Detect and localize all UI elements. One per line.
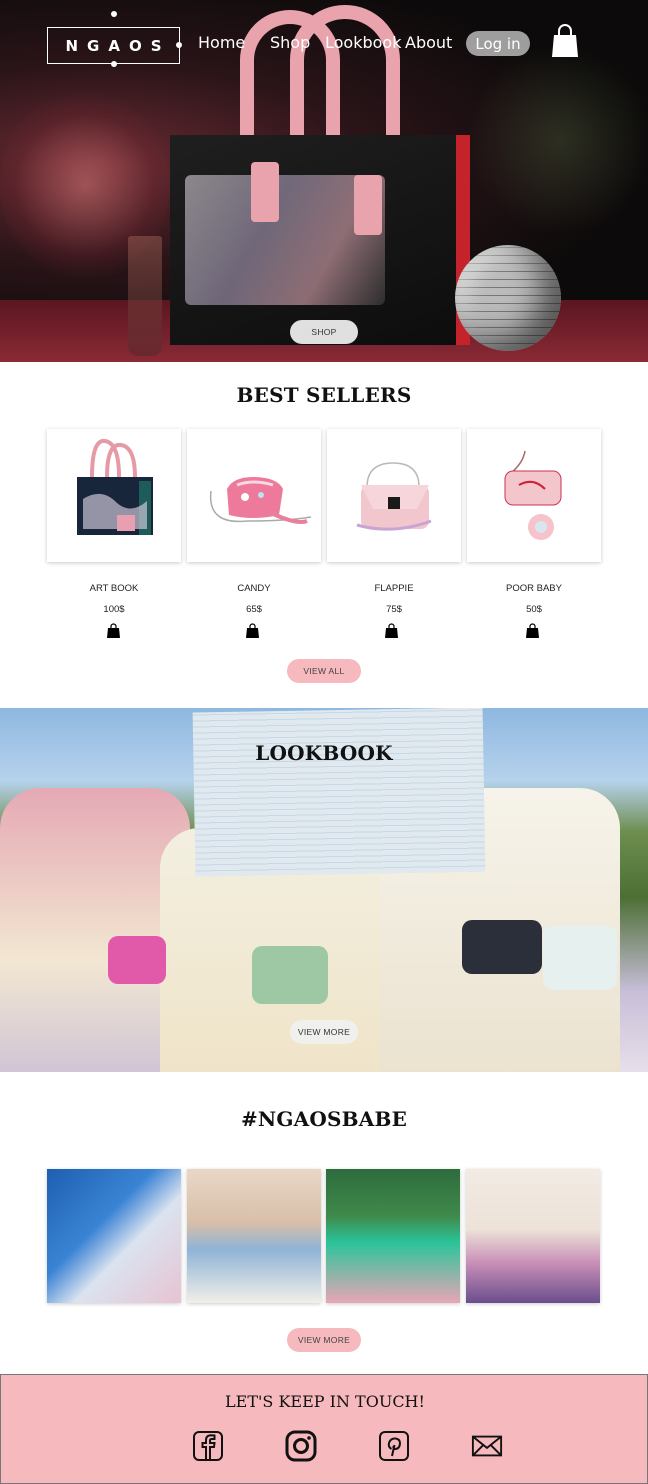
nav-about[interactable]: About xyxy=(405,33,452,52)
mail-icon[interactable] xyxy=(471,1430,503,1462)
login-button[interactable]: Log in xyxy=(466,31,530,56)
flappie-bag-image xyxy=(356,462,432,531)
art-book-bag-image xyxy=(77,438,153,535)
hashtag-view-more-button[interactable]: VIEW MORE xyxy=(287,1328,361,1352)
product-price: 75$ xyxy=(386,604,402,615)
footer-title: LET'S KEEP IN TOUCH! xyxy=(225,1392,425,1411)
lookbook-title: LOOKBOOK xyxy=(255,741,393,765)
product-name[interactable]: CANDY xyxy=(187,583,321,594)
hashtag-title: #NGAOSBABE xyxy=(240,1107,408,1131)
add-to-cart-icon[interactable] xyxy=(526,623,539,638)
shopping-bag-icon[interactable] xyxy=(551,24,579,58)
nav-shop[interactable]: Shop xyxy=(270,33,310,52)
logo-dot xyxy=(111,11,117,17)
instagram-icon[interactable] xyxy=(285,1430,317,1462)
product-name[interactable]: FLAPPIE xyxy=(327,583,461,594)
logo-dot xyxy=(111,61,117,67)
add-to-cart-icon[interactable] xyxy=(246,623,259,638)
product-price: 65$ xyxy=(246,604,262,615)
logo-dot xyxy=(176,42,182,48)
footer: LET'S KEEP IN TOUCH! xyxy=(0,1374,648,1484)
shop-button[interactable]: SHOP xyxy=(290,320,358,344)
add-to-cart-icon[interactable] xyxy=(385,623,398,638)
newspaper xyxy=(192,708,486,877)
black-bag xyxy=(462,920,542,974)
hero-banner: NGAOS Home Shop Lookbook About Log in SH… xyxy=(0,0,648,362)
bokeh-lights xyxy=(470,40,648,240)
best-sellers-title: BEST SELLERS xyxy=(236,383,412,407)
gallery-photo[interactable] xyxy=(187,1169,321,1303)
add-to-cart-icon[interactable] xyxy=(107,623,120,638)
bag-strap-tab xyxy=(251,162,279,222)
product-image-candy[interactable] xyxy=(187,429,321,562)
gallery-photo[interactable] xyxy=(466,1169,600,1303)
disco-ball xyxy=(455,245,561,351)
product-image-flappie[interactable] xyxy=(327,429,461,562)
facebook-icon[interactable] xyxy=(192,1430,224,1462)
logo[interactable]: NGAOS xyxy=(47,27,180,64)
product-image-art-book[interactable] xyxy=(47,429,181,562)
poor-baby-bag-image xyxy=(504,450,562,540)
gallery-photo[interactable] xyxy=(326,1169,460,1303)
nav-home[interactable]: Home xyxy=(198,33,245,52)
product-price: 50$ xyxy=(526,604,542,615)
nav-lookbook[interactable]: Lookbook xyxy=(325,33,401,52)
candy-bag-image xyxy=(209,477,312,524)
champagne-glass xyxy=(128,236,162,356)
white-bag xyxy=(543,926,617,990)
pinterest-icon[interactable] xyxy=(378,1430,410,1462)
bag-handle xyxy=(290,5,400,155)
product-image-poor-baby[interactable] xyxy=(467,429,601,562)
view-all-button[interactable]: VIEW ALL xyxy=(287,659,361,683)
pink-bag xyxy=(108,936,166,984)
product-name[interactable]: ART BOOK xyxy=(47,583,181,594)
product-name[interactable]: POOR BABY xyxy=(467,583,601,594)
green-bag xyxy=(252,946,328,1004)
product-price: 100$ xyxy=(103,604,125,615)
logo-text: NGAOS xyxy=(65,36,171,55)
bag-strap-tab xyxy=(354,175,382,235)
lookbook-view-more-button[interactable]: VIEW MORE xyxy=(290,1020,358,1044)
gallery-photo[interactable] xyxy=(47,1169,181,1303)
